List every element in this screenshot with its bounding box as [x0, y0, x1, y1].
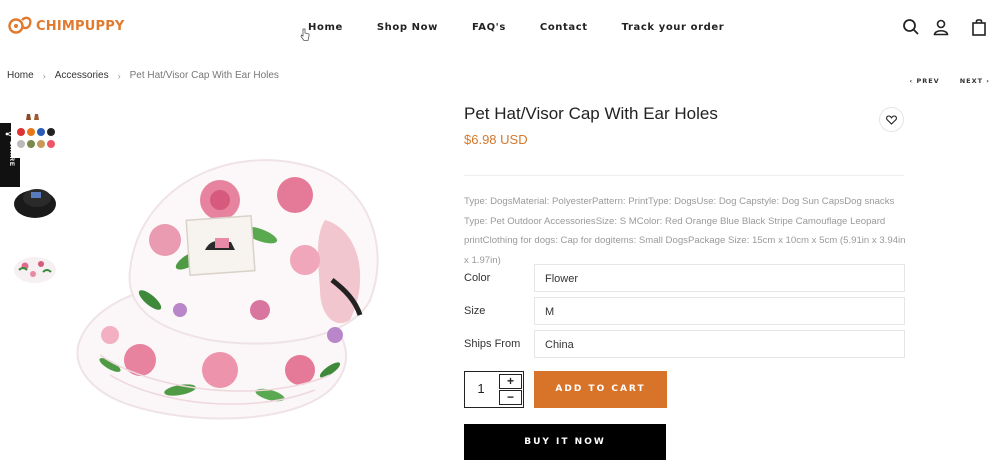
wishlist-button[interactable] [879, 107, 904, 132]
ships-from-select[interactable]: China [534, 330, 905, 358]
nav-home[interactable]: Home [308, 22, 343, 33]
header-icons [890, 18, 988, 36]
breadcrumb: Home › Accessories › Pet Hat/Visor Cap W… [7, 70, 279, 81]
product-title: Pet Hat/Visor Cap With Ear Holes [464, 104, 718, 123]
buy-now-button[interactable]: BUY IT NOW [464, 424, 666, 460]
color-select[interactable]: Flower [534, 264, 905, 292]
divider [464, 175, 904, 176]
chevron-right-icon: › [117, 70, 121, 81]
shopping-bag-icon[interactable] [970, 18, 988, 36]
size-select[interactable]: M [534, 297, 905, 325]
product-pager: ‹ PREV NEXT › [890, 77, 990, 85]
option-ships-from: Ships From China [464, 330, 905, 358]
option-size: Size M [464, 297, 905, 325]
color-value: Flower [545, 273, 579, 285]
nav-shop-now[interactable]: Shop Now [377, 22, 438, 33]
quantity-input[interactable]: 1 [465, 372, 497, 406]
ships-from-label: Ships From [464, 338, 521, 350]
product-image-floral-cap [76, 159, 379, 420]
breadcrumb-accessories[interactable]: Accessories [55, 70, 109, 81]
heart-icon [886, 114, 897, 125]
breadcrumb-current: Pet Hat/Visor Cap With Ear Holes [129, 70, 279, 81]
nav-faq[interactable]: FAQ's [472, 22, 506, 33]
chevron-right-icon: › [42, 70, 46, 81]
main-nav: Home Shop Now FAQ's Contact Track your o… [308, 22, 724, 33]
hand-cursor-icon [300, 28, 310, 41]
logo-text: CHIMPUPPY [36, 18, 125, 34]
ships-from-value: China [545, 339, 574, 351]
quantity-plus-button[interactable]: + [499, 374, 522, 389]
user-icon[interactable] [932, 18, 950, 36]
product-price: $6.98 USD [464, 132, 528, 147]
site-header: CHIMPUPPY Home Shop Now FAQ's Contact Tr… [0, 0, 1000, 56]
size-label: Size [464, 305, 486, 317]
size-value: M [545, 306, 555, 318]
search-icon[interactable] [902, 18, 920, 36]
next-link[interactable]: NEXT › [960, 77, 990, 85]
nav-contact[interactable]: Contact [540, 22, 588, 33]
prev-link[interactable]: ‹ PREV [910, 77, 940, 85]
add-to-cart-button[interactable]: ADD TO CART [534, 371, 667, 408]
nav-track-order[interactable]: Track your order [622, 22, 725, 33]
thumbnail-black-cap[interactable] [11, 178, 59, 226]
product-description: Type: DogsMaterial: PolyesterPattern: Pr… [464, 196, 906, 266]
thumbnail-colors[interactable] [11, 110, 59, 158]
option-color: Color Flower [464, 264, 905, 292]
logo[interactable]: CHIMPUPPY [8, 14, 125, 38]
quantity-stepper: 1 + − [464, 371, 524, 408]
paw-logo-icon [8, 16, 32, 34]
quantity-minus-button[interactable]: − [499, 390, 522, 405]
breadcrumb-home[interactable]: Home [7, 70, 34, 81]
color-label: Color [464, 272, 491, 284]
thumbnail-floral-cap[interactable] [11, 242, 59, 290]
